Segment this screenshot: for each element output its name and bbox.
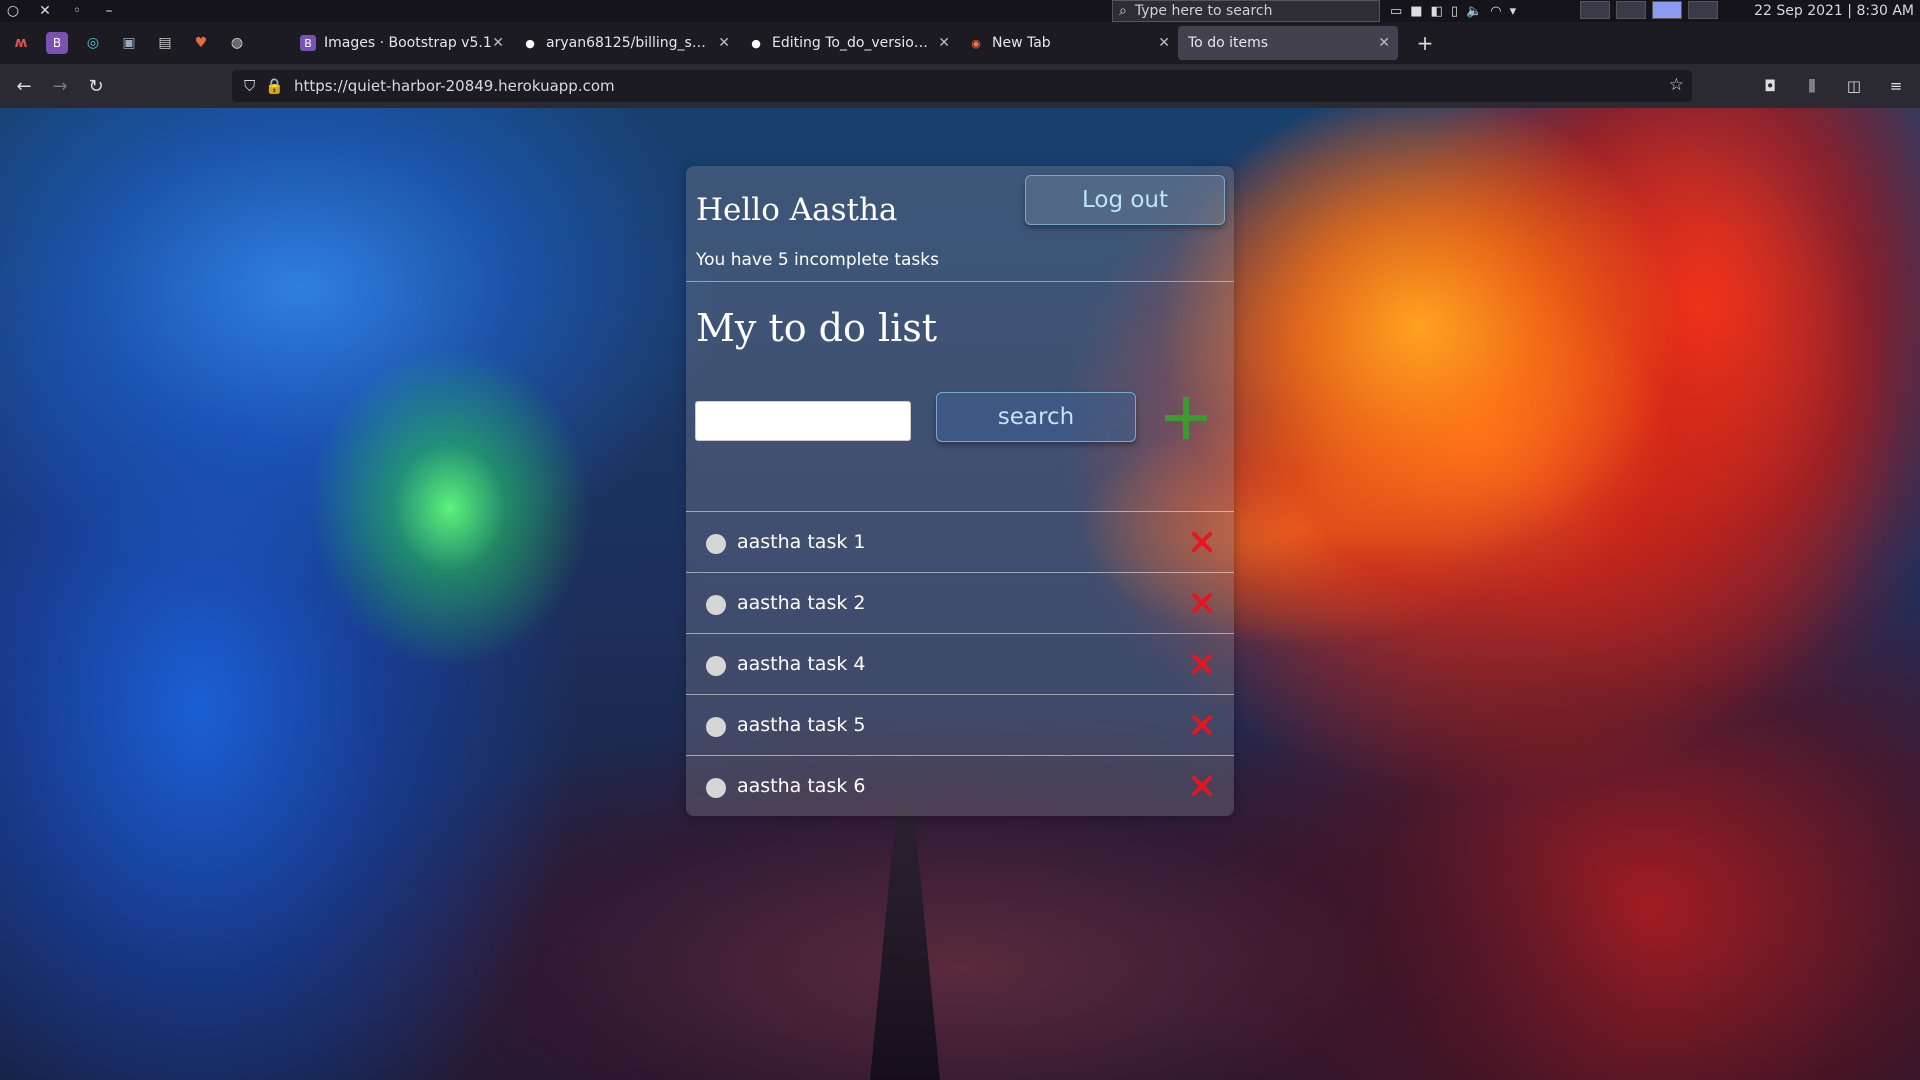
delete-icon[interactable] xyxy=(1190,713,1214,737)
reload-icon[interactable]: ↻ xyxy=(78,68,114,104)
new-tab-button[interactable]: + xyxy=(1410,31,1440,55)
url-bar[interactable]: ⛉ 🔒 https://quiet-harbor-20849.herokuapp… xyxy=(232,70,1692,102)
tab-title: Images · Bootstrap v5.1 xyxy=(324,35,492,51)
search-button[interactable]: search xyxy=(936,392,1136,442)
tab-to-do-items[interactable]: To do items ✕ xyxy=(1178,26,1398,60)
sidebar-icon[interactable]: ◫ xyxy=(1836,68,1872,104)
tab-billing-software[interactable]: ● aryan68125/billing_software ✕ xyxy=(512,26,738,60)
close-icon[interactable]: ✕ xyxy=(36,3,54,19)
delete-icon[interactable] xyxy=(1190,652,1214,676)
incomplete-count-text: You have 5 incomplete tasks xyxy=(696,250,939,270)
task-list: aastha task 1 aastha task 2 aastha task … xyxy=(686,511,1234,816)
github-icon: ● xyxy=(751,36,761,50)
task-status-dot[interactable] xyxy=(706,717,726,737)
delete-icon[interactable] xyxy=(1190,774,1214,798)
task-status-dot[interactable] xyxy=(706,656,726,676)
logout-button[interactable]: Log out xyxy=(1025,175,1225,225)
toolbar-icons: ◘ ⫼ ◫ ≡ xyxy=(1752,68,1914,104)
close-icon[interactable]: ✕ xyxy=(938,35,950,51)
desktop-3[interactable] xyxy=(1652,1,1682,19)
tab-title: aryan68125/billing_software xyxy=(546,35,712,51)
system-top-bar: ○ ✕ ◦ – ⌕ Type here to search ▭ ■ ◧ ▯ 🔈 … xyxy=(0,0,1920,22)
star-icon[interactable]: ☆ xyxy=(1669,75,1684,95)
bootstrap-icon[interactable]: B xyxy=(46,32,68,54)
back-icon[interactable]: ← xyxy=(6,68,42,104)
ring-icon[interactable]: ◦ xyxy=(68,3,86,19)
tab-bootstrap-images[interactable]: B Images · Bootstrap v5.1 ✕ xyxy=(290,26,512,60)
virtual-desktops xyxy=(1580,1,1718,19)
task-status-dot[interactable] xyxy=(706,778,726,798)
url-text[interactable]: https://quiet-harbor-20849.herokuapp.com xyxy=(294,77,615,95)
forward-icon[interactable]: → xyxy=(42,68,78,104)
task-name: aastha task 6 xyxy=(737,775,866,797)
task-row[interactable]: aastha task 6 xyxy=(686,755,1234,816)
task-row[interactable]: aastha task 1 xyxy=(686,511,1234,572)
menu-icon[interactable]: ≡ xyxy=(1878,68,1914,104)
notification-icon[interactable]: ◧ xyxy=(1431,4,1443,19)
task-name: aastha task 1 xyxy=(737,531,866,553)
desktop-4[interactable] xyxy=(1688,1,1718,19)
screen-icon[interactable]: ▭ xyxy=(1390,4,1402,19)
desktop-1[interactable] xyxy=(1580,1,1610,19)
divider xyxy=(686,281,1234,282)
tab-new-tab[interactable]: ◉ New Tab ✕ xyxy=(958,26,1178,60)
github-icon: ● xyxy=(525,36,535,50)
globe-icon[interactable]: ◍ xyxy=(226,32,248,54)
shield-icon[interactable]: ⛉ xyxy=(244,77,255,95)
tab-title: Editing To_do_version_2/README xyxy=(772,35,936,51)
todo-card: Hello Aastha You have 5 incomplete tasks… xyxy=(686,166,1234,816)
wifi-icon[interactable]: ◠ xyxy=(1490,4,1501,19)
edge-icon[interactable]: ◎ xyxy=(82,32,104,54)
volume-icon[interactable]: 🔈 xyxy=(1466,4,1482,19)
task-status-dot[interactable] xyxy=(706,534,726,554)
add-task-button[interactable] xyxy=(1156,392,1216,444)
pocket-icon[interactable]: ◘ xyxy=(1752,68,1788,104)
tab-title: To do items xyxy=(1188,35,1269,51)
task-status-dot[interactable] xyxy=(706,595,726,615)
system-tray: ▭ ■ ◧ ▯ 🔈 ◠ ▾ xyxy=(1390,0,1516,22)
tab-title: New Tab xyxy=(992,35,1051,51)
system-clock[interactable]: 22 Sep 2021 | 8:30 AM xyxy=(1754,0,1914,22)
plus-icon xyxy=(1165,397,1207,439)
lock-icon[interactable]: 🔒 xyxy=(265,77,284,95)
desktop-2[interactable] xyxy=(1616,1,1646,19)
book-icon[interactable]: ▤ xyxy=(154,32,176,54)
chevron-down-icon[interactable]: ▾ xyxy=(1510,4,1517,19)
clipboard-icon[interactable]: ▯ xyxy=(1451,4,1458,19)
bootstrap-icon: B xyxy=(300,35,316,51)
circle-icon[interactable]: ○ xyxy=(4,3,22,19)
camera-icon[interactable]: ■ xyxy=(1410,4,1422,19)
minimize-icon[interactable]: – xyxy=(100,3,118,19)
close-icon[interactable]: ✕ xyxy=(1158,35,1170,51)
pinned-tabs: ʍ B ◎ ▣ ▤ ♥ ◍ xyxy=(0,32,290,54)
firefox-icon: ◉ xyxy=(971,36,981,50)
task-row[interactable]: aastha task 4 xyxy=(686,633,1234,694)
delete-icon[interactable] xyxy=(1190,530,1214,554)
window-controls: ○ ✕ ◦ – xyxy=(0,3,118,19)
pocket-icon[interactable]: ♥ xyxy=(190,32,212,54)
delete-icon[interactable] xyxy=(1190,591,1214,615)
background-rock-figure xyxy=(870,808,940,1080)
task-row[interactable]: aastha task 2 xyxy=(686,572,1234,633)
task-name: aastha task 2 xyxy=(737,592,866,614)
close-icon[interactable]: ✕ xyxy=(1378,35,1390,51)
image-icon[interactable]: ▣ xyxy=(118,32,140,54)
pinned-app-icon[interactable]: ʍ xyxy=(10,32,32,54)
library-icon[interactable]: ⫼ xyxy=(1794,68,1830,104)
system-search-placeholder: Type here to search xyxy=(1134,3,1273,19)
list-title: My to do list xyxy=(696,306,938,350)
page-viewport: Hello Aastha You have 5 incomplete tasks… xyxy=(0,108,1920,1080)
system-search-field[interactable]: ⌕ Type here to search xyxy=(1112,0,1380,22)
task-name: aastha task 5 xyxy=(737,714,866,736)
task-row[interactable]: aastha task 5 xyxy=(686,694,1234,755)
task-name: aastha task 4 xyxy=(737,653,866,675)
greeting-heading: Hello Aastha xyxy=(696,192,898,228)
browser-tab-strip: ʍ B ◎ ▣ ▤ ♥ ◍ B Images · Bootstrap v5.1 … xyxy=(0,22,1920,64)
close-icon[interactable]: ✕ xyxy=(718,35,730,51)
tab-editing-readme[interactable]: ● Editing To_do_version_2/README ✕ xyxy=(738,26,958,60)
search-icon: ⌕ xyxy=(1119,3,1127,19)
search-input[interactable] xyxy=(695,401,911,441)
browser-nav-bar: ← → ↻ ⛉ 🔒 https://quiet-harbor-20849.her… xyxy=(0,64,1920,108)
close-icon[interactable]: ✕ xyxy=(492,35,504,51)
